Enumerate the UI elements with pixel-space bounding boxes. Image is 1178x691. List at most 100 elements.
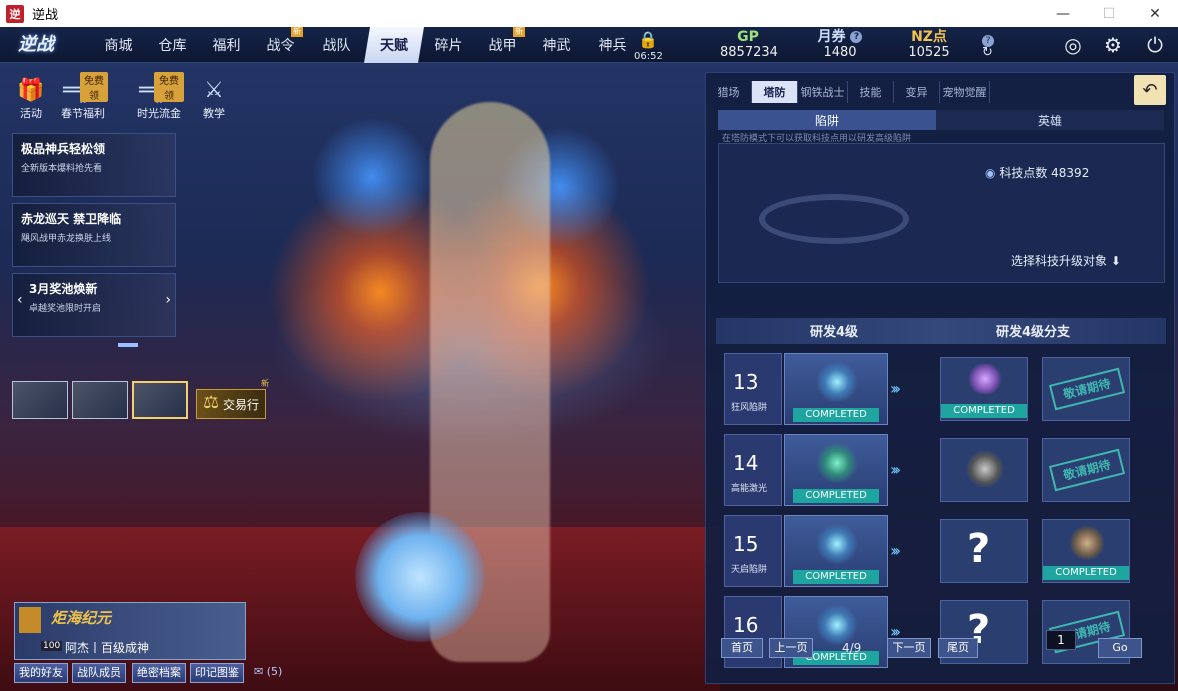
minimize-button[interactable]: — — [1040, 0, 1086, 27]
tab-fragments[interactable]: 碎片 — [422, 27, 475, 63]
seg-traps[interactable]: 陷阱 — [718, 110, 936, 130]
character-avatar[interactable] — [12, 381, 68, 419]
tech-points: ◉ 科技点数 48392 — [985, 164, 1089, 181]
tech-display: ◉ 科技点数 48392 选择科技升级对象 ⬇ — [718, 143, 1165, 283]
branch-slot[interactable]: ? — [940, 519, 1028, 583]
trap-row: 13 狂风陷阱 COMPLETED ››› COMPLETED 敬请期待 — [724, 353, 1154, 427]
trap-card[interactable]: COMPLETED — [784, 434, 888, 506]
radar-icon[interactable]: ◎ — [1060, 32, 1086, 58]
tab-divine-arms[interactable]: 神武 — [530, 27, 583, 63]
tab-warehouse[interactable]: 仓库 — [146, 27, 199, 63]
top-nav: 逆战 商城 仓库 福利 战令新 战队 天赋 碎片 战甲新 神武 神兵 🔒 06:… — [0, 27, 1178, 63]
back-button[interactable]: ↶ — [1134, 75, 1166, 105]
gift-icon: 🎁 — [17, 78, 45, 103]
subtab-mutation[interactable]: 变异 — [894, 81, 940, 103]
gp-currency: GP 8857234 — [720, 29, 778, 60]
tab-team[interactable]: 战队 — [310, 27, 363, 63]
tab-label: 神武 — [542, 38, 571, 54]
coming-soon-stamp: 敬请期待 — [1048, 367, 1126, 411]
spring-welfare-label: 春节福利 — [61, 107, 105, 120]
trap-card[interactable]: COMPLETED — [784, 515, 888, 587]
tab-mall[interactable]: 商城 — [92, 27, 145, 63]
column-branch: 研发4级分支 — [996, 325, 1071, 340]
select-target[interactable]: 选择科技升级对象 ⬇ — [1011, 252, 1121, 269]
power-icon[interactable]: ⏻ — [1142, 32, 1168, 58]
tab-talent[interactable]: 天赋 — [364, 27, 424, 63]
secret-files-button[interactable]: 绝密档案 — [132, 663, 186, 683]
character-avatar[interactable] — [72, 381, 128, 419]
subtab-iron-warrior[interactable]: 钢铁战士 — [798, 81, 848, 103]
lock-icon[interactable]: 🔒 — [638, 30, 658, 49]
subtab-tower-defense[interactable]: 塔防 — [752, 81, 798, 103]
trap-image — [967, 364, 1003, 394]
help-icon[interactable]: ? — [850, 31, 863, 43]
trap-level[interactable]: 14 高能激光 — [724, 434, 782, 506]
subtab-hunt[interactable]: 猎场 — [706, 81, 752, 103]
tech-ring — [759, 194, 909, 244]
nz-label: NZ点 — [911, 29, 947, 45]
column-header-bar — [716, 318, 1166, 344]
gear-icon[interactable]: ⚙ — [1100, 32, 1126, 58]
branch-slot[interactable]: COMPLETED — [1042, 519, 1130, 583]
tab-battlepass[interactable]: 战令新 — [254, 27, 307, 63]
friends-button[interactable]: 我的好友 — [14, 663, 68, 683]
promo-banner[interactable]: 赤龙巡天 禁卫降临 飓风战甲赤龙换肤上线 — [12, 203, 176, 267]
ice-orb — [355, 512, 485, 642]
trap-level[interactable]: 15 天启陷阱 — [724, 515, 782, 587]
scales-icon: ⚖ — [203, 392, 220, 413]
completed-badge: COMPLETED — [1043, 566, 1129, 580]
tutorial-button[interactable]: ⚔ 教学 — [194, 77, 234, 121]
trap-image — [815, 605, 859, 645]
carousel-next-icon[interactable]: › — [165, 292, 171, 308]
free-badge: 免费领 — [154, 72, 184, 102]
trap-number: 13 — [733, 370, 759, 394]
promo-banner[interactable]: 极品神兵轻松领 全新版本爆料抢先看 — [12, 133, 176, 197]
maximize-button[interactable]: ☐ — [1086, 0, 1132, 27]
promo-banner[interactable]: ‹ 3月奖池焕新 卓越奖池限时开启 › — [12, 273, 176, 337]
tab-divine-weapons[interactable]: 神兵 — [586, 27, 639, 63]
trap-row: 16 天网 COMPLETED ››› ? 敬请期待 — [724, 596, 1154, 670]
coupon-currency: 月券 ? 1480 — [812, 29, 868, 60]
trade-button[interactable]: ⚖ 交易行 新 — [196, 379, 269, 419]
subtab-skills[interactable]: 技能 — [848, 81, 894, 103]
refresh-icon[interactable]: ↻ — [982, 45, 993, 60]
completed-badge: COMPLETED — [941, 404, 1027, 418]
last-page-button[interactable]: 尾页 — [938, 638, 978, 658]
tab-welfare[interactable]: 福利 — [200, 27, 253, 63]
tutorial-label: 教学 — [203, 107, 225, 120]
time-gold-button[interactable]: 免费领 ═╦═ 时光流金 — [134, 72, 184, 121]
tab-armor[interactable]: 战甲新 — [476, 27, 529, 63]
character-avatar-selected[interactable] — [132, 381, 188, 419]
trap-name: 高能激光 — [731, 484, 768, 494]
page-input[interactable]: 1 — [1046, 630, 1076, 650]
player-profile[interactable]: 炬海纪元 100 阿杰丨百级成神 — [14, 602, 246, 660]
mark-collection-button[interactable]: 印记图鉴 — [190, 663, 244, 683]
spring-welfare-button[interactable]: 免费领 ═╦═ 春节福利 — [58, 72, 108, 121]
trap-card[interactable]: COMPLETED — [784, 353, 888, 425]
trap-level[interactable]: 13 狂风陷阱 — [724, 353, 782, 425]
branch-slot[interactable] — [940, 438, 1028, 502]
window-title: 逆战 — [32, 8, 59, 23]
subtab-pet-awaken[interactable]: 宠物觉醒 — [940, 81, 990, 103]
gp-value: 8857234 — [720, 45, 778, 60]
seg-heroes[interactable]: 英雄 — [936, 110, 1164, 130]
activity-button[interactable]: 🎁 活动 — [6, 77, 56, 121]
carousel-prev-icon[interactable]: ‹ — [17, 292, 23, 308]
team-members-button[interactable]: 战队成员 — [72, 663, 126, 683]
trap-image — [965, 451, 1005, 487]
first-page-button[interactable]: 首页 — [721, 638, 763, 658]
branch-slot[interactable]: COMPLETED — [940, 357, 1028, 421]
close-button[interactable]: ✕ — [1132, 0, 1178, 27]
prev-page-button[interactable]: 上一页 — [769, 638, 813, 658]
mail-icon: ✉ — [254, 665, 264, 678]
chevrons-right-icon: ››› — [890, 541, 901, 560]
go-button[interactable]: Go — [1098, 638, 1142, 658]
nz-value: 10525 — [908, 45, 950, 60]
promo-title: 赤龙巡天 禁卫降临 — [21, 212, 122, 226]
trap-image — [815, 443, 859, 483]
next-page-button[interactable]: 下一页 — [887, 638, 931, 658]
trap-name: 狂风陷阱 — [731, 403, 768, 413]
mail-count: (5) — [266, 665, 283, 678]
carousel-indicator — [118, 343, 138, 347]
mail-button[interactable]: ✉ (5) — [254, 665, 282, 678]
